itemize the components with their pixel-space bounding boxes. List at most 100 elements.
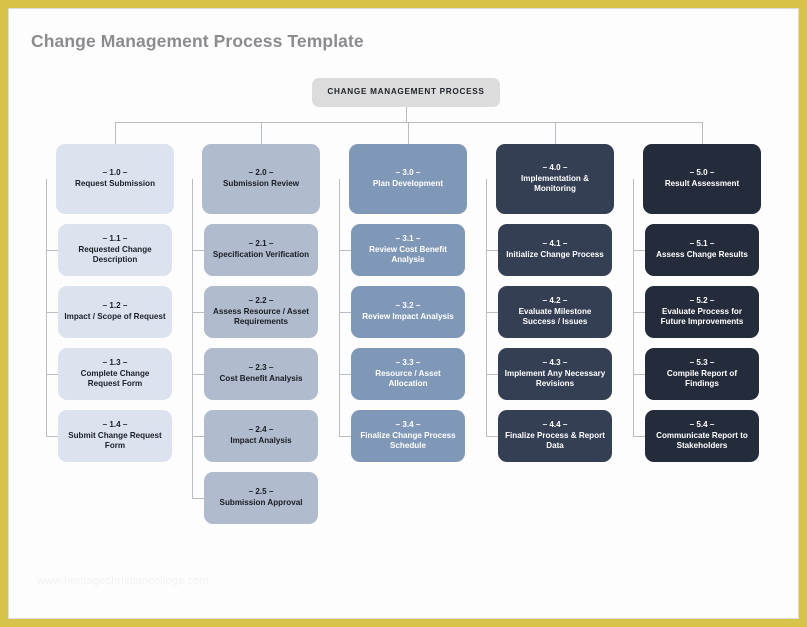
node-label: Communicate Report to Stakeholders xyxy=(656,430,748,451)
node-4-3[interactable]: – 4.3 – Implement Any Necessary Revisions xyxy=(498,348,612,400)
node-label: Impact / Scope of Request xyxy=(64,312,166,321)
node-code: – 4.2 – xyxy=(542,295,568,305)
node-label: Cost Benefit Analysis xyxy=(219,374,303,383)
node-2-1[interactable]: – 2.1 – Specification Verification xyxy=(204,224,318,276)
node-code: – 3.4 – xyxy=(395,419,421,429)
header-drop-4 xyxy=(555,122,556,144)
node-5-2[interactable]: – 5.2 – Evaluate Process for Future Impro… xyxy=(645,286,759,338)
root-stem xyxy=(406,107,407,122)
node-label: Implement Any Necessary Revisions xyxy=(504,368,606,389)
child-stub-2-2 xyxy=(192,312,204,313)
node-label: Submit Change Request Form xyxy=(68,430,162,451)
node-code: – 4.3 – xyxy=(542,357,568,367)
node-5-3[interactable]: – 5.3 – Compile Report of Findings xyxy=(645,348,759,400)
node-code: – 4.4 – xyxy=(542,419,568,429)
node-label: Review Cost Benefit Analysis xyxy=(369,244,447,265)
node-code: – 1.4 – xyxy=(102,419,128,429)
node-1-2[interactable]: – 1.2 – Impact / Scope of Request xyxy=(58,286,172,338)
node-code: – 5.2 – xyxy=(689,295,715,305)
node-2-2[interactable]: – 2.2 – Assess Resource / Asset Requireme… xyxy=(204,286,318,338)
child-stub-2-3 xyxy=(192,374,204,375)
node-5-1[interactable]: – 5.1 – Assess Change Results xyxy=(645,224,759,276)
node-1-3[interactable]: – 1.3 – Complete Change Request Form xyxy=(58,348,172,400)
node-3-3[interactable]: – 3.3 – Resource / Asset Allocation xyxy=(351,348,465,400)
child-stub-4-2 xyxy=(486,312,498,313)
node-4-1[interactable]: – 4.1 – Initialize Change Process xyxy=(498,224,612,276)
header-drop-3 xyxy=(408,122,409,144)
diagram-canvas: Change Management Process Template CHANG… xyxy=(8,8,799,619)
column-header-4[interactable]: – 4.0 – Implementation & Monitoring xyxy=(496,144,614,214)
child-stub-1-2 xyxy=(46,312,58,313)
column-header-5[interactable]: – 5.0 – Result Assessment xyxy=(643,144,761,214)
node-code: – 2.2 – xyxy=(248,295,274,305)
child-stub-2-1 xyxy=(192,250,204,251)
column-spine-2 xyxy=(192,179,193,498)
child-stub-4-4 xyxy=(486,436,498,437)
node-label: Finalize Process & Report Data xyxy=(505,430,605,451)
node-label: Plan Development xyxy=(372,179,444,188)
node-code: – 5.4 – xyxy=(689,419,715,429)
node-label: Assess Change Results xyxy=(656,250,748,259)
node-code: – 1.0 – xyxy=(102,168,128,178)
node-2-5[interactable]: – 2.5 – Submission Approval xyxy=(204,472,318,524)
child-stub-3-4 xyxy=(339,436,351,437)
node-5-4[interactable]: – 5.4 – Communicate Report to Stakeholder… xyxy=(645,410,759,462)
template-frame: Change Management Process Template CHANG… xyxy=(0,0,807,627)
node-code: – 2.0 – xyxy=(248,168,274,178)
node-label: Initialize Change Process xyxy=(506,250,604,259)
child-stub-5-2 xyxy=(633,312,645,313)
node-code: – 1.3 – xyxy=(102,357,128,367)
header-drop-1 xyxy=(115,122,116,144)
child-stub-4-1 xyxy=(486,250,498,251)
node-label: Compile Report of Findings xyxy=(666,368,738,389)
node-label: Submission Approval xyxy=(219,498,303,507)
column-header-1[interactable]: – 1.0 – Request Submission xyxy=(56,144,174,214)
node-4-4[interactable]: – 4.4 – Finalize Process & Report Data xyxy=(498,410,612,462)
child-stub-5-3 xyxy=(633,374,645,375)
header-drop-5 xyxy=(702,122,703,144)
node-label: Impact Analysis xyxy=(230,436,292,445)
node-label: CHANGE MANAGEMENT PROCESS xyxy=(327,87,485,96)
child-stub-5-1 xyxy=(633,250,645,251)
child-stub-5-4 xyxy=(633,436,645,437)
child-stub-3-2 xyxy=(339,312,351,313)
node-code: – 1.1 – xyxy=(102,233,128,243)
child-stub-4-3 xyxy=(486,374,498,375)
node-label: Review Impact Analysis xyxy=(362,312,454,321)
column-header-2[interactable]: – 2.0 – Submission Review xyxy=(202,144,320,214)
node-code: – 3.0 – xyxy=(395,168,421,178)
node-2-4[interactable]: – 2.4 – Impact Analysis xyxy=(204,410,318,462)
column-spine-1 xyxy=(46,179,47,436)
node-3-2[interactable]: – 3.2 – Review Impact Analysis xyxy=(351,286,465,338)
node-code: – 2.1 – xyxy=(248,239,274,249)
node-label: Request Submission xyxy=(74,179,156,188)
node-code: – 2.4 – xyxy=(248,425,274,435)
node-code: – 1.2 – xyxy=(102,301,128,311)
column-header-3[interactable]: – 3.0 – Plan Development xyxy=(349,144,467,214)
node-1-1[interactable]: – 1.1 – Requested Change Description xyxy=(58,224,172,276)
root-node[interactable]: CHANGE MANAGEMENT PROCESS xyxy=(312,78,500,107)
column-spine-4 xyxy=(486,179,487,436)
node-1-4[interactable]: – 1.4 – Submit Change Request Form xyxy=(58,410,172,462)
node-label: Implementation & Monitoring xyxy=(521,173,589,194)
node-code: – 5.1 – xyxy=(689,239,715,249)
column-spine-3 xyxy=(339,179,340,436)
child-stub-2-5 xyxy=(192,498,204,499)
node-4-2[interactable]: – 4.2 – Evaluate Milestone Success / Issu… xyxy=(498,286,612,338)
node-code: – 4.1 – xyxy=(542,239,568,249)
node-code: – 2.3 – xyxy=(248,363,274,373)
node-3-4[interactable]: – 3.4 – Finalize Change Process Schedule xyxy=(351,410,465,462)
watermark: www.heritagechristiancollege.com xyxy=(37,575,210,587)
node-code: – 4.0 – xyxy=(542,162,568,172)
node-label: Specification Verification xyxy=(212,250,310,259)
column-spine-5 xyxy=(633,179,634,436)
node-label: Complete Change Request Form xyxy=(80,368,150,389)
child-stub-2-4 xyxy=(192,436,204,437)
child-stub-1-4 xyxy=(46,436,58,437)
node-2-3[interactable]: – 2.3 – Cost Benefit Analysis xyxy=(204,348,318,400)
node-label: Evaluate Milestone Success / Issues xyxy=(518,306,592,327)
node-code: – 5.3 – xyxy=(689,357,715,367)
node-3-1[interactable]: – 3.1 – Review Cost Benefit Analysis xyxy=(351,224,465,276)
child-stub-3-3 xyxy=(339,374,351,375)
node-label: Requested Change Description xyxy=(78,244,152,265)
